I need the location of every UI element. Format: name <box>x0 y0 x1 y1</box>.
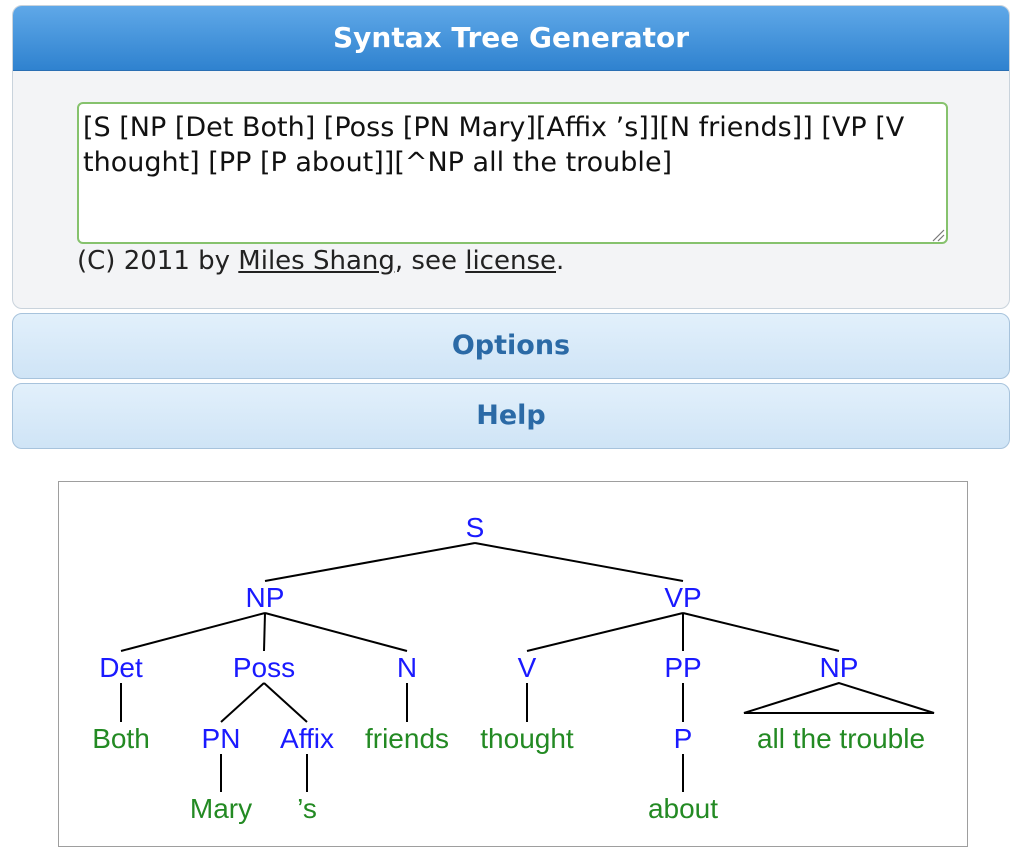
tree-edge-NP1-Poss <box>263 612 266 652</box>
tree-node-N: N <box>397 652 417 683</box>
copyright-suffix: . <box>556 246 565 276</box>
tree-node-S: S <box>466 512 485 543</box>
tree-edge-S-VP <box>474 542 684 582</box>
tree-edge-Poss-Affix <box>263 682 308 723</box>
tree-node-NP1: NP <box>246 582 285 613</box>
app-title: Syntax Tree Generator <box>13 6 1009 71</box>
author-link[interactable]: Miles Shang <box>238 246 395 276</box>
tree-edge-VP-V <box>526 612 684 652</box>
tree-edge-Poss-PN <box>220 682 265 723</box>
tree-leaf-about: about <box>648 793 718 824</box>
tree-node-Affix: Affix <box>280 723 334 754</box>
tree-node-NP2: NP <box>820 652 859 683</box>
copyright-middle: , see <box>394 246 466 276</box>
tree-node-Poss: Poss <box>233 652 295 683</box>
tree-edge-VP-NP2 <box>682 612 840 652</box>
tree-leaf-friends: friends <box>365 723 449 754</box>
tree-leaf-Both: Both <box>92 723 150 754</box>
tree-triangle-NP2 <box>743 681 935 714</box>
generator-panel: Syntax Tree Generator [S [NP [Det Both] … <box>12 5 1010 309</box>
tree-edge-NP1-Det <box>120 612 266 652</box>
bracket-input[interactable]: [S [NP [Det Both] [Poss [PN Mary][Affix … <box>77 102 948 244</box>
tree-leaf-trouble: all the trouble <box>757 723 925 754</box>
copyright-prefix: (C) 2011 by <box>77 246 239 276</box>
tree-leaf-s: ’s <box>297 793 317 824</box>
tree-edge-S-NP1 <box>264 542 476 582</box>
tree-node-PN: PN <box>202 723 241 754</box>
syntax-tree-diagram: S NP VP Det Poss N V PP NP Both PN Affix friends thou… <box>58 481 968 847</box>
tree-node-Det: Det <box>99 652 143 683</box>
options-section-header[interactable]: Options <box>12 313 1010 379</box>
tree-node-V: V <box>518 652 537 683</box>
tree-node-VP: VP <box>664 582 701 613</box>
tree-node-P: P <box>674 723 693 754</box>
tree-edge-NP1-N <box>264 612 408 652</box>
tree-leaf-thought: thought <box>480 723 574 754</box>
license-link[interactable]: license <box>465 246 556 276</box>
tree-leaf-Mary: Mary <box>190 793 252 824</box>
tree-node-PP: PP <box>664 652 701 683</box>
resize-handle-icon[interactable] <box>931 228 945 242</box>
copyright-line: (C) 2011 by Miles Shang, see license. <box>77 246 564 276</box>
help-section-header[interactable]: Help <box>12 383 1010 449</box>
